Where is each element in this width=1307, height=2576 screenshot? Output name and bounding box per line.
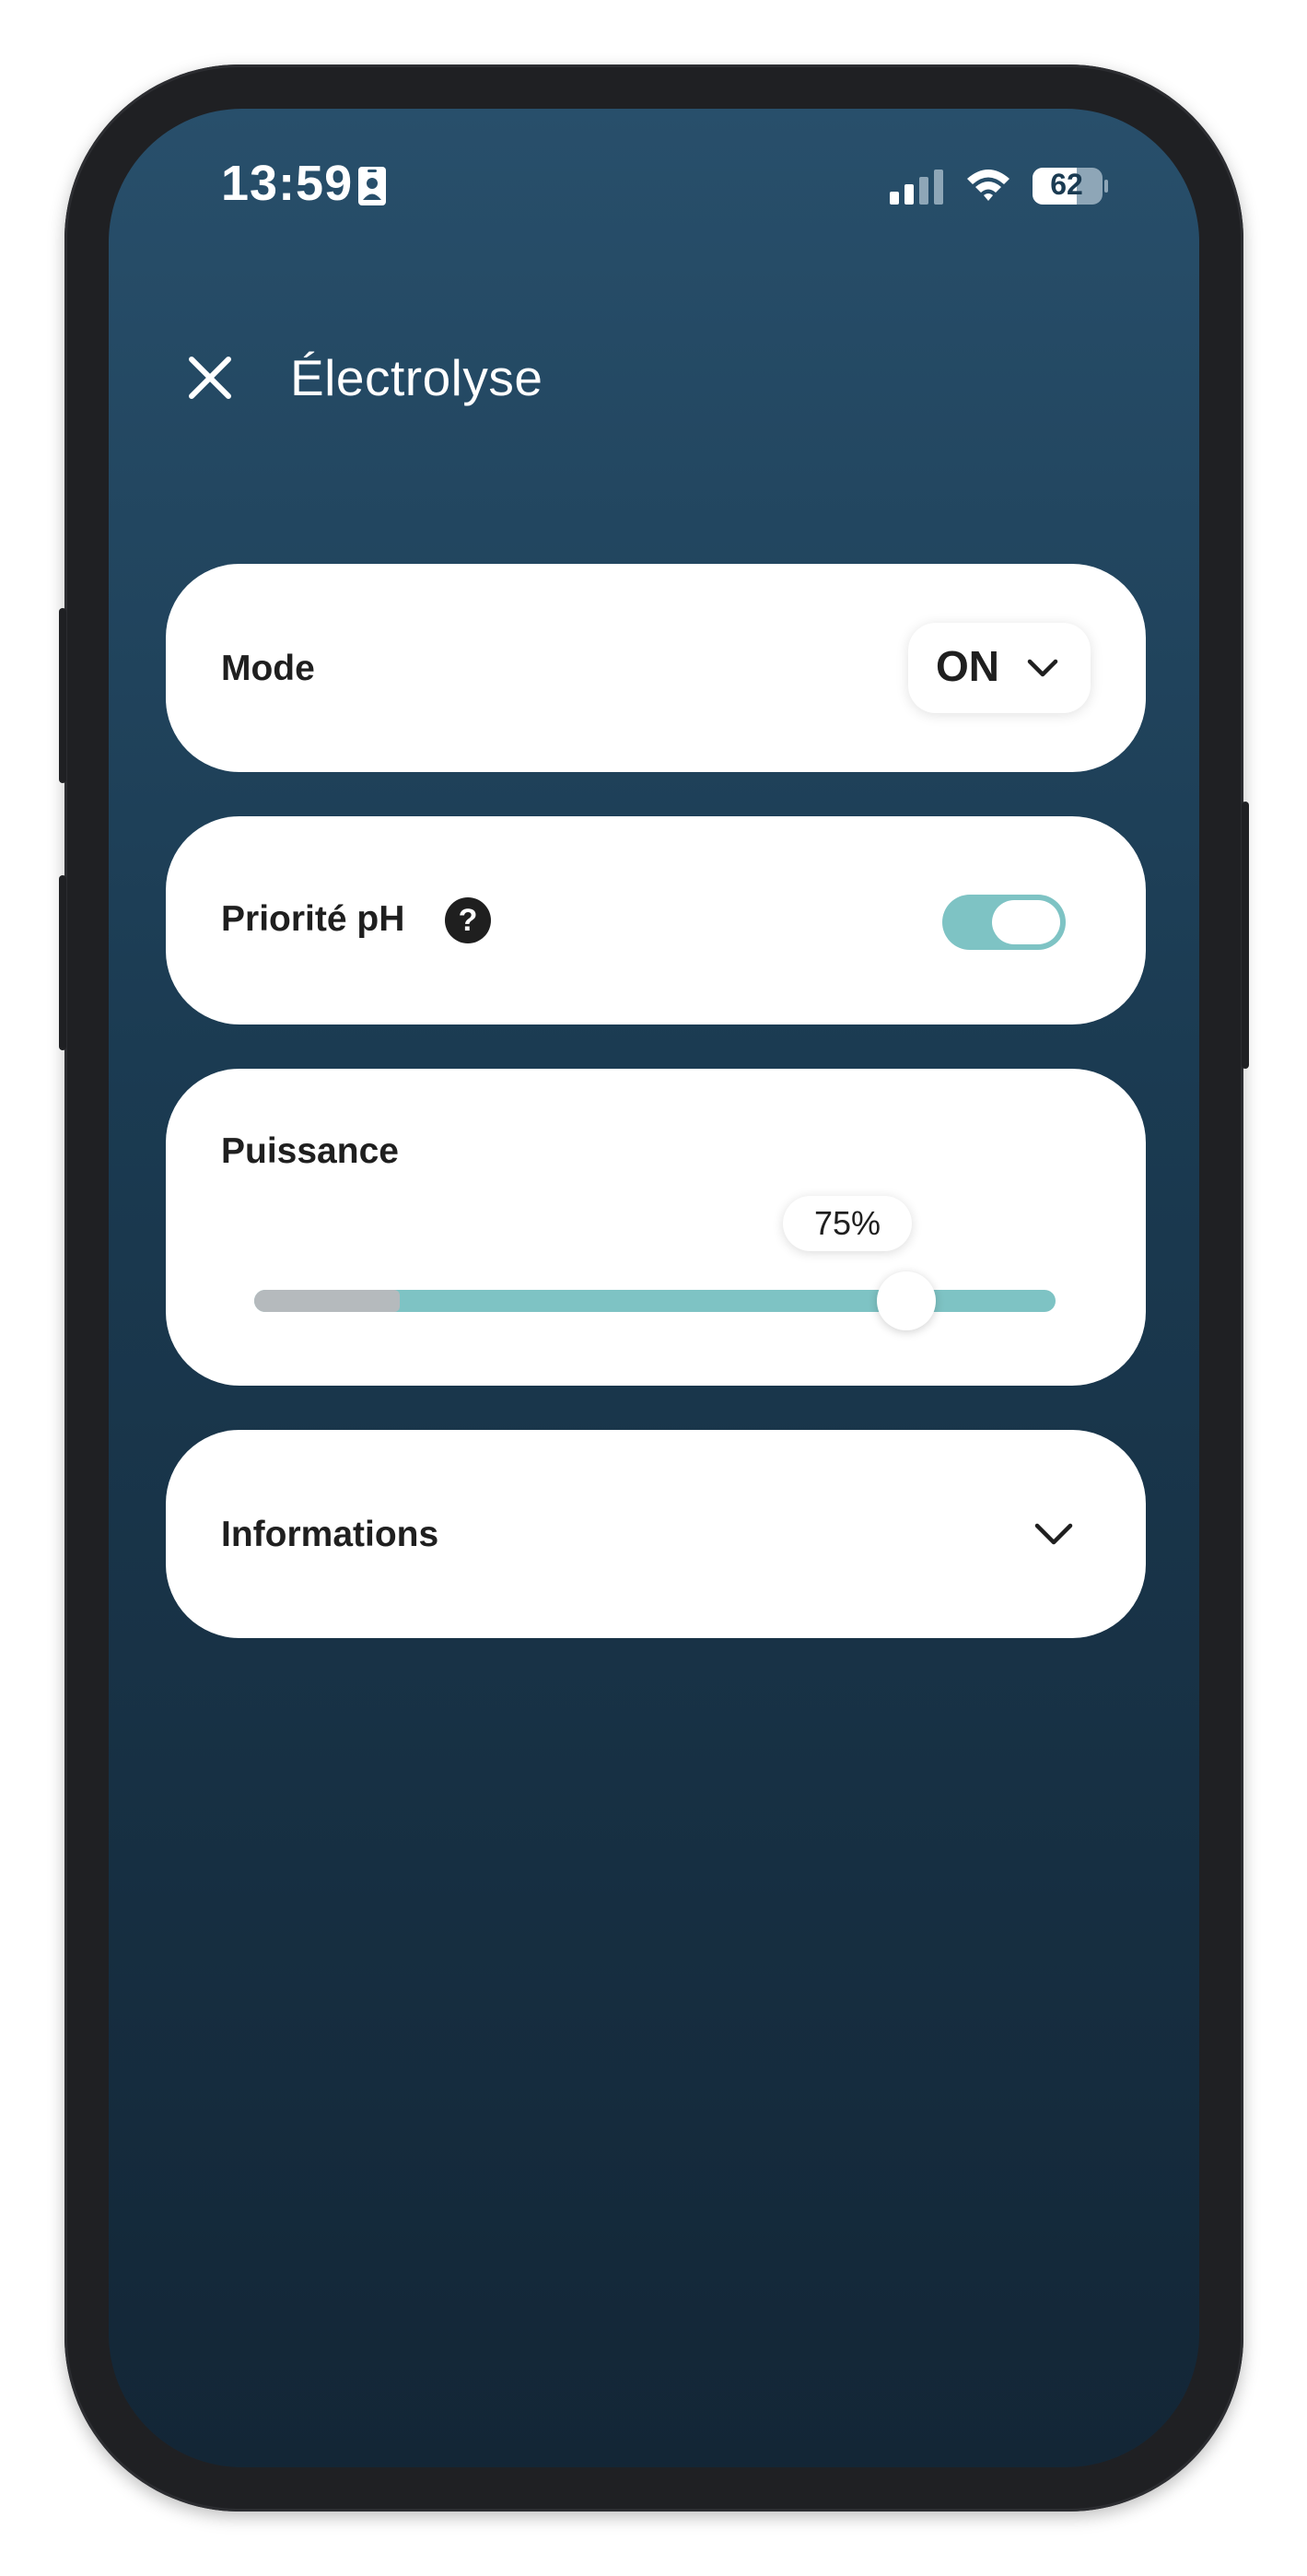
power-card: Puissance 75%	[166, 1069, 1146, 1386]
contact-badge-icon	[358, 167, 386, 205]
header: Électrolyse	[109, 330, 1199, 413]
page-title: Électrolyse	[290, 349, 543, 406]
cellular-signal-icon	[890, 170, 943, 205]
ph-priority-label: Priorité pH	[221, 899, 405, 939]
power-slider-min-zone	[254, 1290, 400, 1312]
battery-level-text: 62	[1050, 168, 1083, 201]
power-label: Puissance	[221, 1131, 399, 1171]
mode-value: ON	[936, 642, 999, 690]
power-slider-thumb[interactable]	[877, 1271, 936, 1330]
power-button-right	[1242, 802, 1249, 1069]
side-button-left-lower	[59, 875, 66, 1050]
ph-priority-card: Priorité pH ?	[166, 816, 1146, 1025]
mode-label: Mode	[221, 649, 315, 688]
close-icon[interactable]	[182, 350, 238, 405]
status-time: 13:59	[221, 156, 354, 211]
app-screen: 13:59 62 Électrolyse Mode ON Priorité pH…	[109, 109, 1199, 2467]
mode-card: Mode ON	[166, 564, 1146, 772]
power-value-tooltip: 75%	[783, 1196, 912, 1251]
side-button-left-upper	[59, 608, 66, 783]
ph-priority-toggle[interactable]	[942, 895, 1066, 950]
chevron-down-icon	[1027, 659, 1058, 677]
wifi-icon	[967, 170, 1009, 201]
status-bar: 13:59 62	[109, 109, 1199, 256]
informations-label: Informations	[221, 1515, 439, 1554]
chevron-down-icon	[1034, 1523, 1073, 1545]
informations-card[interactable]: Informations	[166, 1430, 1146, 1638]
toggle-knob	[992, 900, 1060, 944]
mode-dropdown[interactable]: ON	[908, 623, 1091, 713]
phone-frame: 13:59 62 Électrolyse Mode ON Priorité pH…	[59, 64, 1249, 2512]
help-icon[interactable]: ?	[445, 897, 491, 943]
